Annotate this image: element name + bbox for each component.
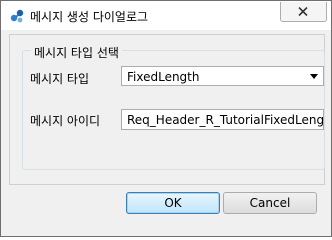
- title-bar[interactable]: 메시지 생성 다이얼로그: [1, 1, 331, 30]
- message-id-label: 메시지 아이디: [30, 114, 101, 128]
- cancel-button[interactable]: Cancel: [223, 192, 317, 214]
- content-panel: 메시지 타입 선택 메시지 타입 FixedLength 메시지 아이디 Req…: [9, 34, 325, 185]
- dropdown-arrow-icon: [310, 74, 318, 79]
- close-button[interactable]: [280, 2, 327, 22]
- dialog-title: 메시지 생성 다이얼로그: [30, 10, 149, 24]
- message-type-label: 메시지 타입: [30, 72, 90, 86]
- app-logo-icon: [9, 8, 25, 24]
- message-type-value: FixedLength: [127, 70, 200, 84]
- close-icon: [298, 7, 308, 16]
- ok-button[interactable]: OK: [126, 192, 220, 214]
- message-id-input[interactable]: Req_Header_R_TutorialFixedLength: [121, 109, 324, 130]
- groupbox-legend: 메시지 타입 선택: [31, 44, 122, 61]
- message-type-dropdown[interactable]: FixedLength: [121, 66, 324, 86]
- dialog-content: 메시지 타입 선택 메시지 타입 FixedLength 메시지 아이디 Req…: [1, 30, 331, 236]
- dialog-window: 메시지 생성 다이얼로그 메시지 타입 선택 메시지 타입 FixedLengt…: [0, 0, 332, 237]
